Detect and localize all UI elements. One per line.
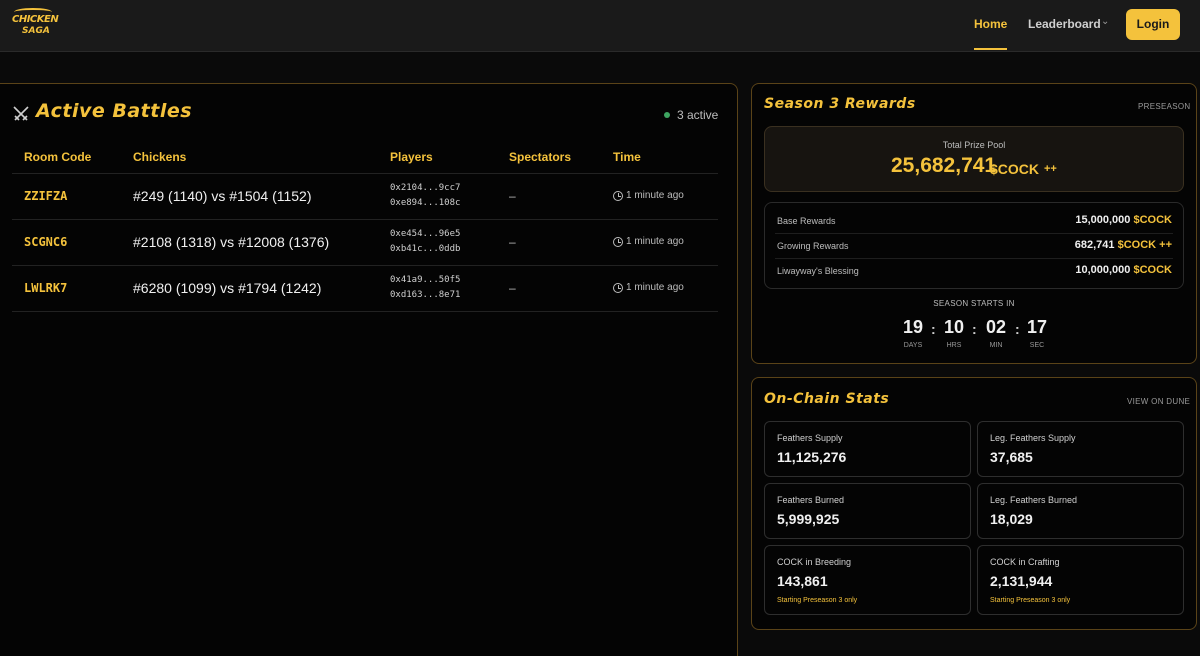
reward-label: Growing Rewards [777,241,849,251]
countdown-minutes-label: MIN [989,342,1003,349]
stat-value: 2,131,944 [990,573,1053,589]
reward-label: Base Rewards [777,216,836,226]
chicken-saga-logo[interactable]: CHICKEN SAGA [12,8,59,40]
stat-note: Starting Preseason 3 only [777,597,858,604]
clock-icon [613,237,623,247]
table-row-divider [12,265,718,266]
stat-value: 11,125,276 [777,449,847,465]
nav-active-underline [974,48,1007,50]
countdown-seconds-label: SEC [1029,342,1045,349]
player-address[interactable]: 0xd163...8e71 [390,288,460,303]
table-divider [12,173,718,174]
prize-pool-unit: $COCK [990,161,1040,177]
column-header-players: Players [390,150,433,164]
countdown-hours: 10 [943,317,965,337]
logo-text-line2: SAGA [22,26,50,36]
crossed-swords-icon [13,106,29,121]
prize-pool-label: Total Prize Pool [942,140,1006,150]
reward-value: 682,741 $COCK ++ [1074,239,1172,251]
reward-divider [775,258,1173,259]
player-address[interactable]: 0x2104...9cc7 [390,181,460,196]
column-header-time: Time [613,150,641,164]
season-rewards-title: Season 3 Rewards [764,96,916,112]
countdown-days: 19 [902,317,924,337]
reward-value: 15,000,000 $COCK [1075,214,1172,226]
table-row-divider [12,219,718,220]
room-code[interactable]: SCGNC6 [24,235,67,249]
active-count: 3 active [677,108,719,122]
stat-value: 143,861 [777,573,828,589]
spectators-count: – [509,189,516,203]
stat-label: Feathers Supply [777,433,843,443]
column-header-room-code: Room Code [24,150,92,164]
preseason-badge: PRESEASON [1138,102,1191,111]
prize-pool-value: 25,682,741 [891,154,997,177]
chickens-matchup: #2108 (1318) vs #12008 (1376) [133,234,330,250]
room-code[interactable]: ZZIFZA [24,189,67,203]
battle-time: 1 minute ago [626,190,684,201]
stat-note: Starting Preseason 3 only [990,597,1071,604]
battle-time: 1 minute ago [626,236,684,247]
countdown-hours-label: HRS [946,342,962,349]
on-chain-stats-title: On-Chain Stats [764,391,890,407]
chevron-down-icon[interactable]: ⌄ [1101,16,1109,27]
battle-time: 1 minute ago [626,282,684,293]
countdown-seconds: 17 [1026,317,1048,337]
column-header-chickens: Chickens [133,150,187,164]
reward-value: 10,000,000 $COCK [1075,264,1172,276]
spectators-count: – [509,281,516,295]
clock-icon [613,191,623,201]
chickens-matchup: #249 (1140) vs #1504 (1152) [133,188,312,204]
room-code[interactable]: LWLRK7 [24,281,67,295]
reward-divider [775,233,1173,234]
countdown-minutes: 02 [985,317,1007,337]
prize-pool-suffix: ++ [1044,163,1057,175]
spectators-count: – [509,235,516,249]
active-battles-panel [0,83,738,656]
logo-text-line1: CHICKEN [12,14,59,25]
players-cell: 0x41a9...50f5 0xd163...8e71 [390,273,460,303]
clock-icon [613,283,623,293]
player-address[interactable]: 0xb41c...0ddb [390,242,460,257]
nav-home-link[interactable]: Home [974,17,1007,31]
countdown-days-label: DAYS [903,342,923,349]
stat-label: Feathers Burned [777,495,845,505]
nav-leaderboard-link[interactable]: Leaderboard [1028,17,1101,31]
stat-label: COCK in Crafting [990,557,1060,567]
stat-label: COCK in Breeding [777,557,852,567]
active-battles-title: Active Battles [36,100,193,122]
view-on-dune-link[interactable]: VIEW ON DUNE [1127,397,1190,406]
stat-label: Leg. Feathers Burned [990,495,1078,505]
player-address[interactable]: 0xe454...96e5 [390,227,460,242]
player-address[interactable]: 0xe894...108c [390,196,460,211]
stat-value: 37,685 [990,449,1033,465]
stat-value: 18,029 [990,511,1033,527]
top-navigation-bar [0,0,1200,52]
players-cell: 0x2104...9cc7 0xe894...108c [390,181,460,211]
active-status-dot-icon [664,112,670,118]
login-button[interactable]: Login [1126,9,1180,40]
stat-label: Leg. Feathers Supply [990,433,1076,443]
player-address[interactable]: 0x41a9...50f5 [390,273,460,288]
reward-label: Liwayway's Blessing [777,266,859,276]
table-row-divider [12,311,718,312]
chickens-matchup: #6280 (1099) vs #1794 (1242) [133,280,322,296]
players-cell: 0xe454...96e5 0xb41c...0ddb [390,227,460,257]
stat-value: 5,999,925 [777,511,840,527]
season-starts-label: SEASON STARTS IN [933,299,1015,308]
column-header-spectators: Spectators [509,150,572,164]
